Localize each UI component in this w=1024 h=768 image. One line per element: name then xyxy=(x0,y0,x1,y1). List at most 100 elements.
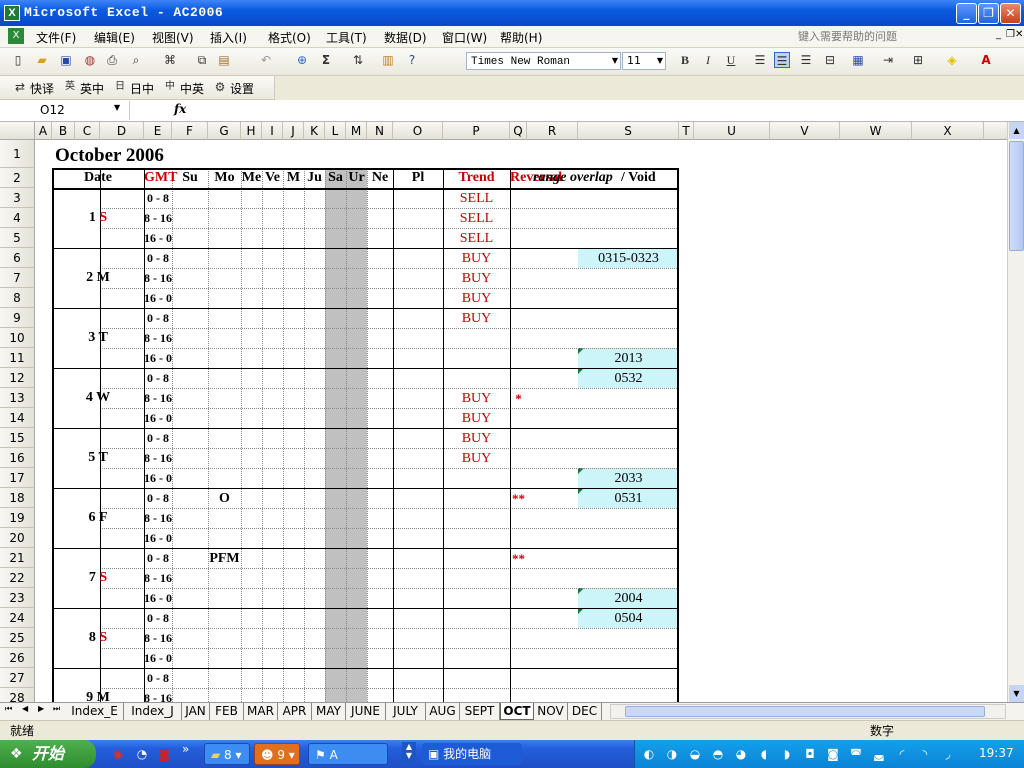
row-header[interactable]: 14 xyxy=(0,408,35,428)
research-icon[interactable]: ⌘ xyxy=(162,52,178,68)
menu-insert[interactable]: 插入(I) xyxy=(210,29,247,46)
tray-icon-12[interactable]: ◜ xyxy=(894,746,910,762)
tray-icon-3[interactable]: ◒ xyxy=(687,746,703,762)
row-header[interactable]: 6 xyxy=(0,248,35,268)
quicklaunch-icon-3[interactable]: ◙ xyxy=(156,746,172,762)
row-header[interactable]: 1 xyxy=(0,140,35,168)
column-header-f[interactable]: F xyxy=(172,122,208,140)
scroll-up-icon[interactable]: ▲ xyxy=(1009,122,1024,139)
column-header-x[interactable]: X xyxy=(912,122,984,140)
print-icon[interactable]: ⎙ xyxy=(104,52,120,68)
column-header-b[interactable]: B xyxy=(52,122,75,140)
menu-view[interactable]: 视图(V) xyxy=(152,29,194,46)
menu-data[interactable]: 数据(D) xyxy=(384,29,427,46)
row-header[interactable]: 9 xyxy=(0,308,35,328)
settings-button[interactable]: 设置 xyxy=(230,80,254,97)
hyperlink-icon[interactable]: ⊕ xyxy=(294,52,310,68)
sheet-tab-aug[interactable]: AUG xyxy=(426,703,460,720)
paste-icon[interactable]: ▤ xyxy=(216,52,232,68)
first-tab-icon[interactable]: ⏮ xyxy=(5,704,12,714)
chevron-down-icon[interactable]: ▼ xyxy=(114,103,120,112)
row-header[interactable]: 10 xyxy=(0,328,35,348)
last-tab-icon[interactable]: ⏭ xyxy=(53,704,60,714)
task-folders[interactable]: ▰ 8 ▾ xyxy=(204,743,250,765)
autosum-icon[interactable]: Σ xyxy=(318,52,334,68)
tray-icon-14[interactable]: ◞ xyxy=(940,746,956,762)
more-quicklaunch-icon[interactable]: » xyxy=(182,742,189,756)
row-header[interactable]: 18 xyxy=(0,488,35,508)
bold-button[interactable]: B xyxy=(677,52,693,68)
task-ime[interactable]: ⚑ A xyxy=(308,743,388,765)
font-size-select[interactable]: 11 ▼ xyxy=(622,52,666,70)
column-header-m[interactable]: M xyxy=(346,122,367,140)
column-header-c[interactable]: C xyxy=(75,122,100,140)
select-all-corner[interactable] xyxy=(0,122,35,140)
sheet-tab-index_j[interactable]: Index_J xyxy=(124,703,182,720)
menu-edit[interactable]: 编辑(E) xyxy=(94,29,135,46)
sheet-tab-dec[interactable]: DEC xyxy=(568,703,602,720)
currency-icon[interactable]: ▦ xyxy=(850,52,866,68)
row-header[interactable]: 15 xyxy=(0,428,35,448)
quicklaunch-icon-1[interactable]: ◉ xyxy=(110,746,126,762)
menu-help[interactable]: 帮助(H) xyxy=(500,29,542,46)
row-header[interactable]: 13 xyxy=(0,388,35,408)
row-header[interactable]: 28 xyxy=(0,688,35,702)
tray-icon-7[interactable]: ◗ xyxy=(779,746,795,762)
task-my-computer[interactable]: ▣ 我的电脑 xyxy=(422,743,522,765)
sort-ascending-icon[interactable]: ⇅ xyxy=(350,52,366,68)
jp-cn-icon[interactable]: 日 xyxy=(112,79,128,95)
column-header-v[interactable]: V xyxy=(770,122,840,140)
restore-button[interactable]: ❐ xyxy=(978,3,999,24)
column-header-i[interactable]: I xyxy=(262,122,283,140)
column-header-s[interactable]: S xyxy=(578,122,679,140)
menu-file[interactable]: 文件(F) xyxy=(36,29,76,46)
align-left-icon[interactable]: ☰ xyxy=(752,52,768,68)
quick-translate-icon[interactable]: ⇄ xyxy=(12,79,28,95)
fill-color-icon[interactable]: ◈ xyxy=(944,52,960,68)
function-icon[interactable]: fx xyxy=(174,102,186,116)
column-header-u[interactable]: U xyxy=(694,122,770,140)
row-header[interactable]: 11 xyxy=(0,348,35,368)
cn-en-icon[interactable]: 中 xyxy=(162,79,178,95)
doc-minimize-icon[interactable]: _ xyxy=(996,29,1001,40)
quick-translate-button[interactable]: 快译 xyxy=(30,80,54,97)
sheet-tab-feb[interactable]: FEB xyxy=(210,703,244,720)
row-header[interactable]: 23 xyxy=(0,588,35,608)
column-header-n[interactable]: N xyxy=(367,122,393,140)
column-header-o[interactable]: O xyxy=(393,122,443,140)
menu-tools[interactable]: 工具(T) xyxy=(326,29,367,46)
copy-icon[interactable]: ⧉ xyxy=(194,52,210,68)
indent-icon[interactable]: ⇥ xyxy=(880,52,896,68)
tray-icon-5[interactable]: ◕ xyxy=(733,746,749,762)
font-color-icon[interactable]: A xyxy=(978,52,994,68)
help-search-input[interactable]: 键入需要帮助的问题 xyxy=(796,28,986,45)
column-header-h[interactable]: H xyxy=(241,122,262,140)
permission-icon[interactable]: ◍ xyxy=(82,52,98,68)
menu-window[interactable]: 窗口(W) xyxy=(442,29,487,46)
menu-format[interactable]: 格式(O) xyxy=(268,29,311,46)
row-header[interactable]: 5 xyxy=(0,228,35,248)
row-header[interactable]: 8 xyxy=(0,288,35,308)
tray-icon-4[interactable]: ◓ xyxy=(710,746,726,762)
en-cn-button[interactable]: 英中 xyxy=(80,80,104,97)
column-header-g[interactable]: G xyxy=(208,122,241,140)
merge-center-icon[interactable]: ⊟ xyxy=(822,52,838,68)
cn-en-button[interactable]: 中英 xyxy=(180,80,204,97)
quicklaunch-icon-2[interactable]: ◔ xyxy=(134,746,150,762)
row-header[interactable]: 12 xyxy=(0,368,35,388)
name-box[interactable]: O12 xyxy=(0,101,130,120)
underline-button[interactable]: U xyxy=(723,52,739,68)
doc-restore-icon[interactable]: ❐ xyxy=(1006,29,1015,40)
print-preview-icon[interactable]: ⌕ xyxy=(128,52,144,68)
column-header-q[interactable]: Q xyxy=(510,122,527,140)
scroll-down-icon[interactable]: ▼ xyxy=(1009,685,1024,702)
open-folder-icon[interactable]: ▰ xyxy=(34,52,50,68)
row-header[interactable]: 3 xyxy=(0,188,35,208)
excel-doc-icon[interactable]: X xyxy=(8,28,24,44)
active-cell[interactable] xyxy=(392,367,444,389)
doc-close-icon[interactable]: ✕ xyxy=(1015,29,1023,40)
align-right-icon[interactable]: ☰ xyxy=(798,52,814,68)
undo-icon[interactable]: ↶ xyxy=(258,52,274,68)
row-header[interactable]: 26 xyxy=(0,648,35,668)
tray-icon-6[interactable]: ◖ xyxy=(756,746,772,762)
